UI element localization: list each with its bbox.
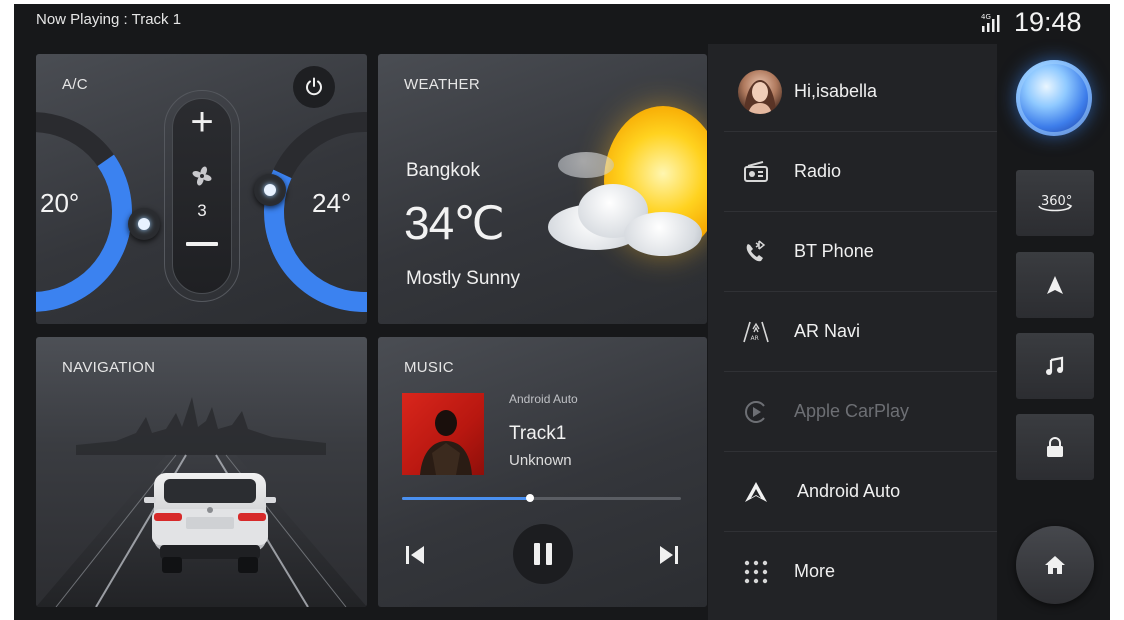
app-list-panel: Hi,isabella Radio BT Phone AR AR Navi Ap…: [708, 44, 997, 620]
app-item-bt-phone[interactable]: BT Phone: [724, 212, 997, 292]
navigation-arrow-icon: [1047, 276, 1063, 294]
status-bar: Now Playing : Track 1 4G 19:48: [14, 4, 1110, 44]
track-artist: Unknown: [509, 452, 572, 469]
minus-icon: [186, 242, 218, 246]
left-temp-knob[interactable]: [128, 208, 160, 240]
power-icon: [306, 77, 322, 96]
navigation-card[interactable]: NAVIGATION: [36, 337, 367, 607]
ar-navi-icon: AR: [743, 321, 769, 343]
app-label-apple-carplay: Apple CarPlay: [794, 401, 910, 421]
music-title: MUSIC: [404, 359, 454, 376]
app-item-radio[interactable]: Radio: [724, 132, 997, 212]
app-item-android-auto[interactable]: Android Auto: [724, 452, 997, 532]
cloud-small: [558, 152, 614, 178]
svg-text:AR: AR: [751, 335, 759, 342]
weather-city: Bangkok: [406, 160, 480, 181]
network-type-label: 4G: [981, 13, 991, 21]
home-icon: [1045, 556, 1065, 574]
fan-level-value: 3: [197, 201, 207, 220]
previous-track-button[interactable]: [400, 540, 430, 570]
app-label-android-auto: Android Auto: [797, 481, 901, 501]
lock-icon: [1047, 437, 1063, 457]
avatar: [738, 70, 782, 114]
cloud-puff: [624, 212, 702, 256]
android-auto-icon: [745, 482, 767, 502]
music-shortcut-button[interactable]: [1016, 333, 1094, 399]
infotainment-screen: Now Playing : Track 1 4G 19:48 A/C 20° 2…: [14, 4, 1110, 620]
music-progress-thumb[interactable]: [526, 494, 535, 502]
app-item-apple-carplay[interactable]: Apple CarPlay: [724, 372, 997, 452]
signal-icon: 4G: [981, 13, 1000, 32]
right-rail: 360°: [997, 44, 1110, 620]
avatar-face: [744, 80, 776, 114]
clock: 19:48: [1014, 7, 1082, 37]
music-note-icon: [1046, 356, 1064, 375]
music-card[interactable]: MUSIC Android Auto Track1 Unknown: [378, 337, 707, 607]
app-label-more: More: [794, 561, 836, 581]
music-progress-fill: [402, 497, 531, 500]
fan-icon: [192, 166, 212, 186]
fan-increase-button[interactable]: +: [186, 102, 218, 142]
view-360-button[interactable]: 360°: [1016, 170, 1094, 236]
album-art: [402, 393, 484, 475]
greeting-label: Hi,isabella: [794, 81, 878, 101]
car-road-illustration: [36, 397, 367, 607]
weather-title: WEATHER: [404, 76, 480, 93]
pause-button[interactable]: [513, 524, 573, 584]
music-progress-bar[interactable]: [402, 494, 681, 502]
user-profile-item[interactable]: Hi,isabella: [724, 52, 997, 132]
view-360-label: 360°: [1041, 194, 1072, 209]
now-playing-text[interactable]: Now Playing : Track 1: [36, 11, 181, 28]
right-temp-value: 24°: [312, 188, 352, 218]
home-button[interactable]: [1016, 526, 1094, 604]
lock-button[interactable]: [1016, 414, 1094, 480]
left-temp-value: 20°: [40, 188, 80, 218]
voice-assistant-button[interactable]: [1016, 60, 1092, 136]
carplay-icon: [745, 401, 765, 423]
weather-card[interactable]: WEATHER Bangkok 34℃ Mostly Sunny: [378, 54, 707, 324]
app-label-bt-phone: BT Phone: [794, 241, 874, 261]
ac-title: A/C: [62, 76, 88, 93]
ac-card[interactable]: A/C 20° 24° + 3: [36, 54, 367, 324]
weather-temperature: 34℃: [404, 197, 505, 249]
navigation-shortcut-button[interactable]: [1016, 252, 1094, 318]
pause-icon: [534, 543, 552, 565]
camera-360-icon: 360°: [1038, 194, 1072, 212]
next-track-button[interactable]: [654, 540, 684, 570]
track-title: Track1: [509, 423, 567, 444]
app-item-ar-navi[interactable]: AR AR Navi: [724, 292, 997, 372]
music-source: Android Auto: [509, 392, 578, 406]
app-label-ar-navi: AR Navi: [794, 321, 861, 341]
app-label-radio: Radio: [794, 161, 842, 181]
radio-icon: [744, 161, 768, 182]
grid-dots-icon: [744, 560, 768, 584]
right-temp-knob[interactable]: [254, 174, 286, 206]
album-art-figure: [420, 410, 472, 475]
weather-condition: Mostly Sunny: [406, 268, 521, 289]
ac-power-button[interactable]: [293, 66, 335, 108]
bluetooth-phone-icon: [746, 240, 766, 262]
app-item-more[interactable]: More: [724, 532, 997, 612]
